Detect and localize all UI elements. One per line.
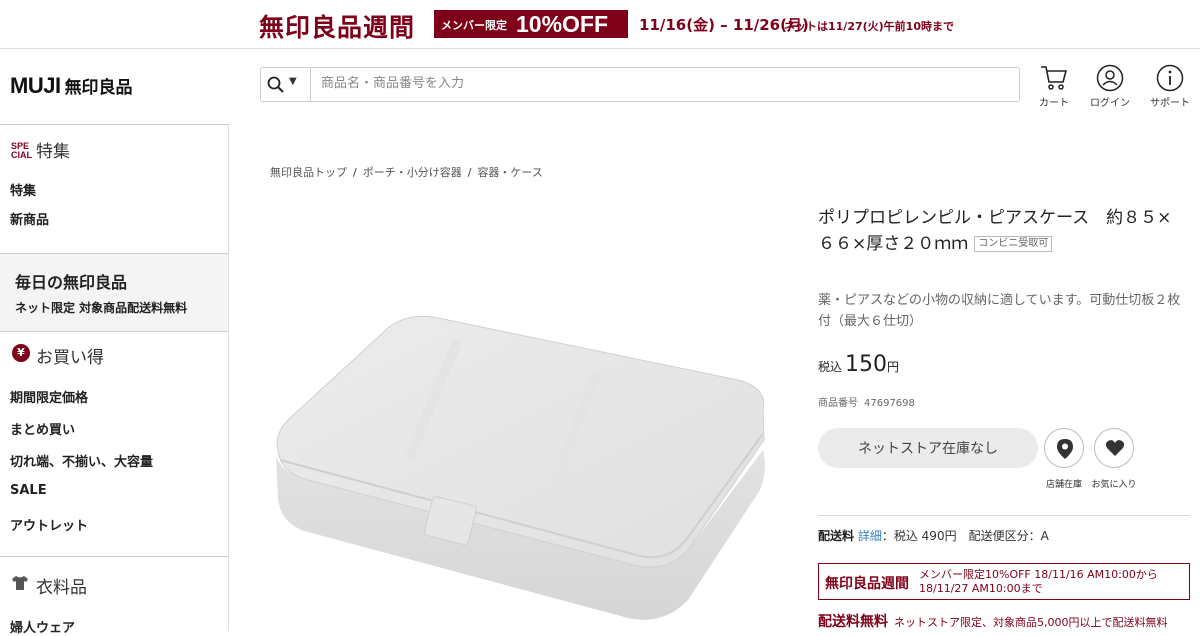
support-button[interactable]: サポート [1142, 64, 1198, 109]
sidebar-item-limited-price[interactable]: 期間限定価格 [10, 387, 88, 406]
price-tax-label: 税込 [818, 360, 843, 374]
promo-week-box: 無印良品週間 メンバー限定10%OFF 18/11/16 AM10:00から 1… [818, 563, 1190, 600]
promo-text: メンバー限定10%OFF 18/11/16 AM10:00から 18/11/27… [919, 568, 1158, 595]
search-bar: ▼ [260, 67, 1020, 102]
info-icon [1156, 64, 1184, 92]
free-shipping-info: 配送料無料 ネットストア限定、対象商品5,000円以上で配送料無料 [818, 611, 1168, 631]
sidebar-heading-clothing[interactable]: 衣料品 [36, 573, 87, 598]
cart-button[interactable]: カート [1026, 64, 1082, 109]
free-shipping-text: ネットストア限定、対象商品5,000円以上で配送料無料 [894, 616, 1168, 629]
badge-discount: 10%OFF [516, 11, 609, 37]
divider [818, 515, 1190, 516]
sidebar-item-special[interactable]: 特集 [10, 180, 36, 199]
sidebar-heading-deals[interactable]: お買い得 [36, 343, 104, 368]
login-button[interactable]: ログイン [1082, 64, 1138, 109]
heart-icon [1105, 440, 1125, 456]
sidebar-item-womens[interactable]: 婦人ウェア [10, 617, 75, 636]
cart-icon [1041, 66, 1068, 90]
breadcrumb-item[interactable]: ポーチ・小分け容器 [363, 166, 462, 179]
breadcrumb-item[interactable]: 無印良品トップ [270, 166, 347, 179]
sidebar-item-sale[interactable]: SALE [10, 483, 47, 498]
badge-member-label: メンバー限定 [441, 19, 507, 32]
favorite-label: お気に入り [1091, 480, 1137, 490]
daily-muji-panel[interactable]: 毎日の無印良品 ネット限定 対象商品配送料無料 [0, 253, 228, 331]
divider [0, 556, 228, 557]
shipping-info: 配送料 詳細：税込 490円 配送便区分：A [818, 527, 1049, 544]
price-value: 150 [845, 352, 888, 377]
search-category-button[interactable]: ▼ [261, 68, 311, 101]
product-title: ポリプロピレンピル・ピアスケース 約８５×６６×厚さ２０ｍｍ コンビニ受取可 [818, 205, 1188, 257]
promo-title: 無印良品週間 [825, 576, 909, 592]
login-label: ログイン [1090, 98, 1130, 109]
daily-title: 毎日の無印良品 [15, 273, 128, 292]
shipping-text: ：税込 490円 配送便区分：A [881, 529, 1049, 543]
location-pin-icon [1057, 439, 1073, 459]
sku-label: 商品番号 [818, 398, 858, 409]
sidebar-heading-special[interactable]: 特集 [36, 137, 70, 162]
shirt-icon [12, 576, 28, 590]
divider [0, 253, 228, 254]
sku-value: 47697698 [864, 398, 915, 409]
divider [0, 331, 228, 332]
product-price: 税込 150円 [818, 352, 899, 377]
promo-banner[interactable]: 無印良品週間 メンバー限定 10%OFF 11/16(金) – 11/26(月)… [0, 0, 1200, 49]
breadcrumb: 無印良品トップ / ポーチ・小分け容器 / 容器・ケース [270, 166, 543, 179]
sidebar-item-offcuts[interactable]: 切れ端、不揃い、大容量 [10, 451, 153, 470]
out-of-stock-button[interactable]: ネットストア在庫なし [818, 428, 1038, 468]
search-icon [267, 76, 284, 93]
free-shipping-title: 配送料無料 [818, 614, 888, 630]
sidebar-item-outlet[interactable]: アウトレット [10, 515, 88, 534]
convenience-pickup-tag: コンビニ受取可 [974, 236, 1053, 252]
product-description: 薬・ピアスなどの小物の収納に適しています。可動仕切板２枚付（最大６仕切） [818, 293, 1181, 329]
shipping-label: 配送料 [818, 529, 855, 543]
product-image [276, 315, 765, 620]
price-unit: 円 [887, 360, 900, 374]
daily-subtitle: ネット限定 対象商品配送料無料 [15, 301, 188, 315]
sidebar: SPE CIAL 特集 特集 新商品 毎日の無印良品 ネット限定 対象商品配送料無… [0, 124, 229, 636]
cart-label: カート [1039, 98, 1069, 109]
user-icon [1096, 64, 1124, 92]
banner-note: ネットは11/27(火)午前10時まで [784, 20, 954, 33]
yen-icon: ¥ [12, 344, 30, 362]
store-stock-button[interactable] [1044, 428, 1084, 468]
banner-title: 無印良品週間 [259, 13, 416, 42]
shipping-detail-link[interactable]: 詳細 [858, 529, 882, 543]
logo-jp: 無印良品 [64, 78, 133, 98]
member-discount-badge: メンバー限定 10%OFF [434, 10, 628, 38]
favorite-button[interactable] [1094, 428, 1134, 468]
support-label: サポート [1150, 98, 1190, 109]
sidebar-item-new[interactable]: 新商品 [10, 209, 49, 228]
sidebar-item-bulk-buy[interactable]: まとめ買い [10, 419, 75, 438]
chevron-down-icon: ▼ [289, 76, 297, 87]
logo-brand: MUJI [10, 73, 61, 98]
breadcrumb-item[interactable]: 容器・ケース [477, 166, 542, 179]
search-input[interactable] [321, 76, 1001, 91]
muji-logo[interactable]: MUJI 無印良品 [10, 73, 133, 99]
special-icon: SPE CIAL [11, 141, 32, 160]
product-sku: 商品番号 47697698 [818, 394, 915, 409]
